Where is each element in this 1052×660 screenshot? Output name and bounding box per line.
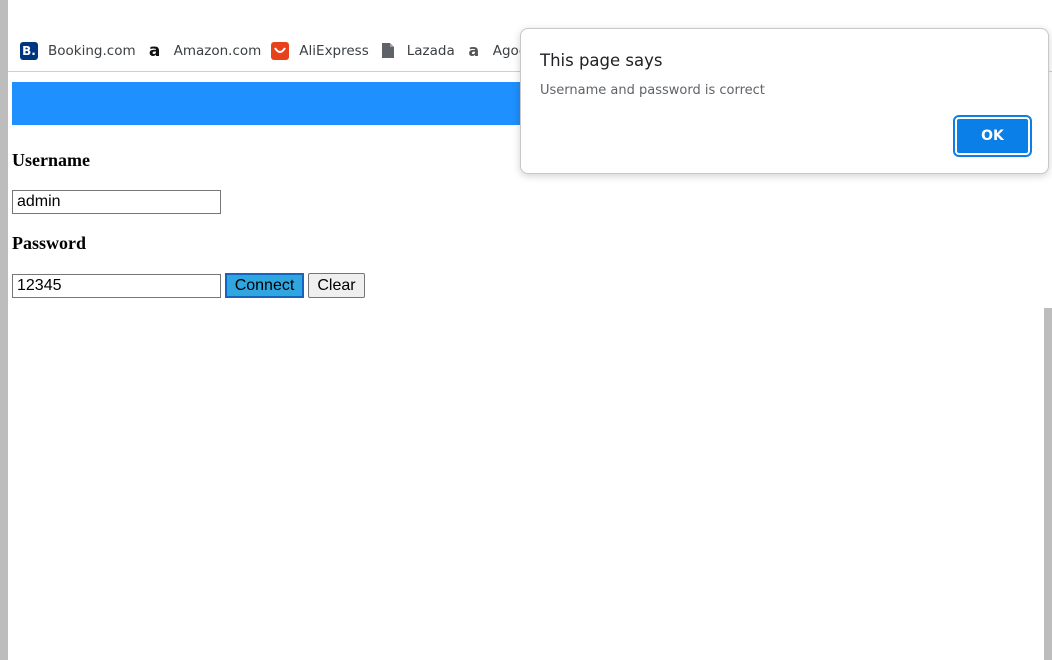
bookmark-lazada[interactable]: Lazada [377,37,463,65]
username-label: Username [12,150,90,170]
bookmark-label: Booking.com [48,42,136,59]
bookmark-aliexpress[interactable]: AliExpress [269,37,376,65]
bookmark-label: Lazada [406,42,455,59]
dialog-title: This page says [540,51,663,70]
booking-icon: B. [20,41,38,60]
password-input[interactable] [12,274,221,298]
bookmark-label: Amazon.com [173,42,262,59]
bookmark-booking[interactable]: B. Booking.com [18,37,144,65]
aliexpress-icon [271,41,290,60]
bookmark-amazon[interactable]: a Amazon.com [144,37,270,65]
bookmark-label: AliExpress [299,42,369,59]
page-icon [379,42,397,60]
connect-button[interactable]: Connect [225,273,304,298]
ok-button[interactable]: OK [953,115,1032,157]
alert-dialog: This page says Username and password is … [520,28,1049,174]
clear-button[interactable]: Clear [308,273,365,298]
desktop-background [1044,308,1052,660]
username-input[interactable] [12,190,221,214]
dialog-message: Username and password is correct [540,83,765,98]
password-label: Password [12,233,87,253]
amazon-icon: a [148,40,161,61]
agoda-icon: a [468,41,480,60]
